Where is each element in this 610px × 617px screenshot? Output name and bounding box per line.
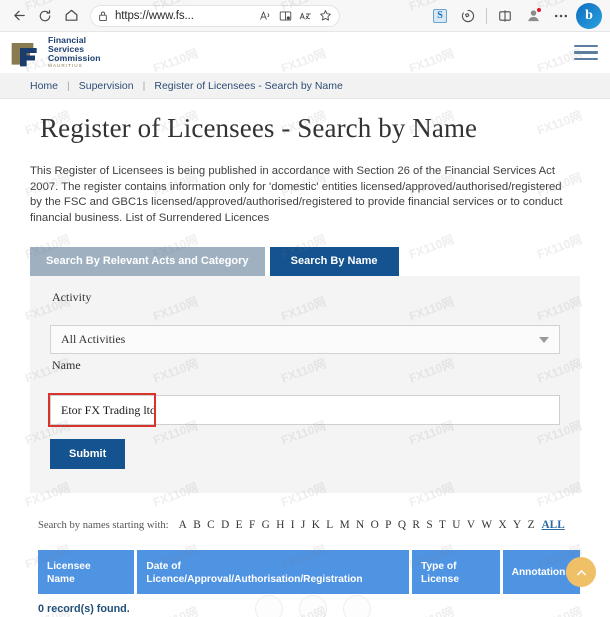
url-text: https://www.fs...	[115, 9, 194, 22]
profile-icon[interactable]	[520, 3, 546, 29]
chevron-down-icon	[539, 336, 549, 343]
immersive-reader-icon[interactable]	[279, 10, 292, 22]
alpha-letter-d[interactable]: D	[221, 519, 229, 531]
alpha-letter-y[interactable]: Y	[513, 519, 521, 531]
breadcrumb-item-supervision[interactable]: Supervision	[79, 80, 134, 92]
alpha-letter-n[interactable]: N	[356, 519, 364, 531]
header-line: Licence/Approval/Authorisation/Registrat…	[146, 574, 363, 586]
site-logo[interactable]: Financial Services Commission MAURITIUS	[8, 36, 101, 68]
more-options-icon[interactable]	[548, 3, 574, 29]
column-header-date[interactable]: Date of Licence/Approval/Authorisation/Re…	[137, 550, 410, 595]
lock-icon	[98, 10, 108, 22]
alpha-letter-l[interactable]: L	[326, 519, 333, 531]
logo-wordmark: Financial Services Commission MAURITIUS	[48, 36, 101, 68]
header-line: Date of	[146, 561, 181, 573]
alphabet-filter-label: Search by names starting with:	[38, 520, 169, 532]
alpha-letter-x[interactable]: X	[498, 519, 506, 531]
header-line: License	[421, 574, 459, 586]
search-form-panel: Activity All Activities Name Submit	[30, 276, 580, 494]
logo-line-3: Commission	[48, 53, 101, 63]
alphabet-letters: A B C D E F G H I J K L M N O P Q R S T …	[179, 519, 535, 531]
alpha-letter-j[interactable]: J	[301, 519, 305, 531]
alpha-letter-o[interactable]: O	[371, 519, 379, 531]
copilot-icon[interactable]: b	[576, 2, 602, 29]
alpha-letter-g[interactable]: G	[262, 519, 270, 531]
extension-badge: S	[433, 8, 447, 23]
breadcrumb: Home | Supervision | Register of License…	[0, 73, 610, 99]
submit-button[interactable]: Submit	[50, 439, 126, 470]
alpha-letter-v[interactable]: V	[467, 519, 475, 531]
chevron-up-icon	[576, 569, 586, 576]
alpha-letter-r[interactable]: R	[412, 519, 420, 531]
activity-selected-value: All Activities	[61, 332, 126, 347]
logo-line-4: MAURITIUS	[48, 62, 83, 68]
scroll-to-top-button[interactable]	[566, 557, 596, 588]
breadcrumb-item-current[interactable]: Register of Licensees - Search by Name	[154, 80, 343, 92]
browser-toolbar: https://www.fs... S b	[0, 0, 610, 32]
alpha-letter-q[interactable]: Q	[398, 519, 406, 531]
alpha-letter-e[interactable]: E	[236, 519, 243, 531]
pagination-button[interactable]	[299, 595, 327, 617]
home-icon[interactable]	[58, 3, 84, 29]
header-line: Licensee	[47, 561, 91, 573]
hamburger-bar	[574, 51, 598, 54]
reload-icon[interactable]	[32, 3, 58, 29]
alpha-letter-f[interactable]: F	[249, 519, 255, 531]
browser-essentials-icon[interactable]	[455, 3, 481, 29]
profile-notification-dot	[536, 6, 542, 13]
alpha-letter-w[interactable]: W	[481, 519, 492, 531]
hamburger-bar	[574, 44, 598, 48]
search-tabs: Search By Relevant Acts and Category Sea…	[30, 247, 580, 277]
activity-label: Activity	[52, 290, 92, 305]
page-intro-text: This Register of Licensees is being publ…	[30, 165, 563, 224]
column-header-licensee-name[interactable]: Licensee Name	[38, 550, 135, 595]
alpha-letter-s[interactable]: S	[426, 519, 432, 531]
breadcrumb-separator: |	[142, 79, 146, 92]
back-arrow-icon[interactable]	[6, 3, 32, 29]
name-input-wrap	[48, 393, 560, 428]
alpha-letter-u[interactable]: U	[452, 519, 460, 531]
page-content: Register of Licensees - Search by Name T…	[0, 113, 610, 617]
alpha-letter-c[interactable]: C	[207, 519, 215, 531]
hamburger-bar	[574, 57, 598, 61]
browser-actions: S b	[427, 2, 604, 29]
site-header: Financial Services Commission MAURITIUS	[0, 32, 610, 73]
activity-select[interactable]: All Activities	[50, 325, 560, 355]
alpha-letter-t[interactable]: T	[439, 519, 446, 531]
alpha-filter-all[interactable]: ALL	[542, 519, 565, 531]
name-search-input[interactable]	[50, 395, 560, 426]
breadcrumb-item-home[interactable]: Home	[30, 80, 58, 92]
alpha-letter-k[interactable]: K	[312, 519, 320, 531]
breadcrumb-separator: |	[67, 79, 70, 92]
alpha-letter-h[interactable]: H	[276, 519, 284, 531]
pagination-button[interactable]	[255, 595, 283, 617]
address-bar[interactable]: https://www.fs...	[90, 4, 340, 27]
page-title: Register of Licensees - Search by Name	[40, 113, 478, 143]
alphabet-filter: Search by names starting with: A B C D E…	[30, 519, 580, 531]
pagination-button[interactable]	[343, 595, 371, 617]
translate-icon[interactable]	[299, 10, 312, 22]
pagination	[255, 595, 371, 617]
tab-search-by-acts[interactable]: Search By Relevant Acts and Category	[30, 247, 265, 277]
header-line: Name	[47, 574, 75, 586]
split-screen-icon[interactable]	[492, 3, 518, 29]
alpha-letter-a[interactable]: A	[179, 519, 187, 531]
toolbar-divider	[486, 7, 487, 24]
alpha-letter-m[interactable]: M	[340, 519, 350, 531]
copilot-label: b	[585, 7, 593, 23]
read-aloud-icon[interactable]	[259, 10, 272, 22]
alpha-letter-p[interactable]: P	[385, 519, 391, 531]
extension-icon[interactable]: S	[427, 3, 453, 29]
header-line: Type of	[421, 561, 457, 573]
alpha-letter-i[interactable]: I	[291, 519, 295, 531]
alpha-letter-z[interactable]: Z	[528, 519, 535, 531]
star-icon[interactable]	[319, 9, 332, 22]
column-header-type-of-license[interactable]: Type of License	[412, 550, 500, 595]
tab-search-by-name[interactable]: Search By Name	[269, 247, 399, 277]
hamburger-menu-icon[interactable]	[574, 44, 598, 61]
name-label: Name	[52, 358, 81, 373]
alpha-letter-b[interactable]: B	[193, 519, 201, 531]
results-table-header: Licensee Name Date of Licence/Approval/Aut…	[30, 550, 581, 595]
fsc-logo-icon	[11, 42, 37, 66]
